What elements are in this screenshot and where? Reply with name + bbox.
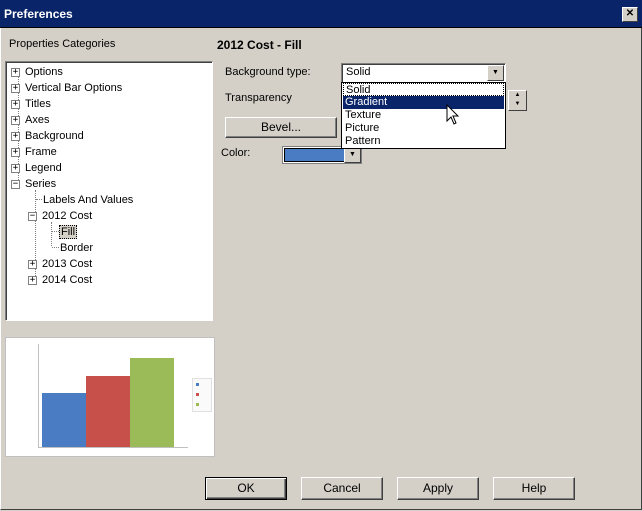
expand-icon[interactable]: + (11, 68, 20, 77)
tree-item-label: Legend (25, 162, 62, 174)
tree-guide (36, 199, 42, 200)
tree-item-label: Frame (25, 146, 57, 158)
title-bar: Preferences ✕ (0, 0, 642, 28)
dropdown-option-texture[interactable]: Texture (343, 109, 504, 122)
bevel-button[interactable]: Bevel... (225, 117, 337, 138)
tree-item-label: Series (25, 178, 57, 190)
expand-icon[interactable]: + (28, 260, 37, 269)
expand-icon[interactable]: + (11, 148, 20, 157)
mouse-cursor-icon (446, 104, 460, 125)
tree-item-label: Labels And Values (43, 194, 134, 206)
tree-item-label: 2013 Cost (42, 258, 93, 270)
background-type-select[interactable]: Solid ▼ (341, 63, 506, 83)
chevron-down-icon[interactable]: ▼ (344, 147, 361, 163)
color-swatch (284, 148, 345, 162)
tree-item-label: Vertical Bar Options (25, 82, 123, 94)
expand-icon[interactable]: + (11, 164, 20, 173)
background-type-dropdown[interactable]: Solid Gradient Texture Picture Pattern (341, 82, 506, 149)
tree-item-label: 2012 Cost (42, 210, 93, 222)
cancel-button[interactable]: Cancel (301, 477, 383, 500)
apply-button[interactable]: Apply (397, 477, 479, 500)
expand-icon[interactable]: + (11, 116, 20, 125)
tree-item-label: Options (25, 66, 63, 78)
panel-title: 2012 Cost - Fill (217, 38, 302, 52)
tree-item-label: Axes (25, 114, 50, 126)
spin-up-icon[interactable]: ▲ (509, 91, 526, 100)
help-button[interactable]: Help (493, 477, 575, 500)
legend-swatch (196, 393, 199, 396)
background-type-label: Background type: (225, 66, 311, 78)
dropdown-option-picture[interactable]: Picture (343, 122, 504, 135)
tree-guide (52, 247, 59, 248)
color-label: Color: (221, 147, 251, 159)
chart-x-axis (38, 447, 188, 448)
legend-swatch (196, 403, 199, 406)
close-icon[interactable]: ✕ (622, 7, 638, 22)
chart-preview (5, 337, 215, 457)
tree-guide (51, 222, 52, 246)
tree-item-label: Titles (25, 98, 51, 110)
chevron-down-icon[interactable]: ▼ (487, 65, 504, 81)
transparency-label: Transparency (225, 92, 292, 104)
ok-button[interactable]: OK (205, 477, 287, 500)
chart-legend (192, 378, 212, 412)
collapse-icon[interactable]: − (11, 180, 20, 189)
expand-icon[interactable]: + (11, 84, 20, 93)
legend-swatch (196, 383, 199, 386)
chart-bar (86, 376, 130, 447)
collapse-icon[interactable]: − (28, 212, 37, 221)
dropdown-option-gradient[interactable]: Gradient (343, 96, 504, 109)
chart-bar (42, 393, 86, 447)
chart-y-axis (38, 344, 39, 448)
tree-item-label: Fill (59, 225, 78, 239)
expand-icon[interactable]: + (11, 132, 20, 141)
expand-icon[interactable]: + (11, 100, 20, 109)
background-type-value: Solid (346, 66, 371, 78)
tree-guide (52, 231, 59, 232)
tree-item-label: 2014 Cost (42, 274, 93, 286)
transparency-spinner[interactable]: ▲ ▼ (508, 90, 527, 111)
spin-down-icon[interactable]: ▼ (509, 100, 526, 109)
categories-label: Properties Categories (9, 38, 116, 50)
dropdown-option-pattern[interactable]: Pattern (343, 135, 504, 148)
categories-tree[interactable]: + Options + Vertical Bar Options + Title… (5, 61, 213, 321)
chart-bar (130, 358, 174, 447)
tree-item-label: Background (25, 130, 84, 142)
dropdown-option-solid[interactable]: Solid (343, 83, 504, 96)
expand-icon[interactable]: + (28, 276, 37, 285)
tree-item-label: Border (60, 242, 94, 254)
window-title: Preferences (4, 7, 73, 21)
